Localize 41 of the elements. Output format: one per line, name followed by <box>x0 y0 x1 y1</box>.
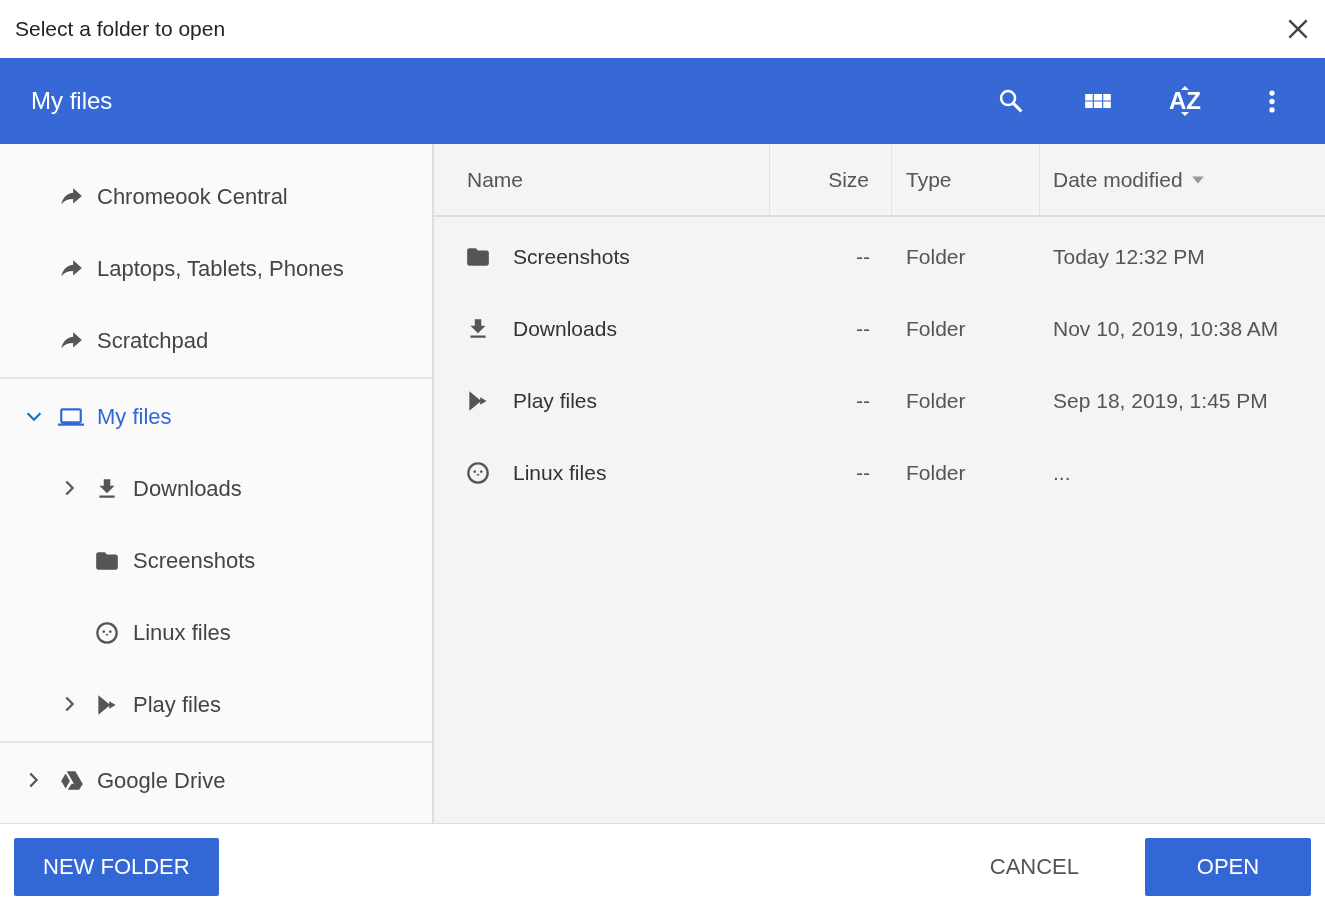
sidebar-item[interactable]: Linux files <box>0 597 432 669</box>
file-size: -- <box>856 317 870 341</box>
column-header[interactable]: Name <box>434 144 770 215</box>
file-name: Downloads <box>513 317 617 341</box>
file-type: Folder <box>906 389 966 413</box>
file-row[interactable]: Linux files -- Folder ... <box>434 437 1325 509</box>
sidebar-item[interactable]: Screenshots <box>0 525 432 597</box>
sort-button[interactable]: AZ <box>1155 77 1215 125</box>
sidebar-item[interactable]: Scratchpad <box>0 305 432 377</box>
sidebar-item[interactable]: Chromeook Central <box>0 161 432 233</box>
file-type: Folder <box>906 317 966 341</box>
file-row[interactable]: Play files -- Folder Sep 18, 2019, 1:45 PM <box>434 365 1325 437</box>
file-row[interactable]: Downloads -- Folder Nov 10, 2019, 10:38 AM <box>434 293 1325 365</box>
sidebar-item[interactable]: Laptops, Tablets, Phones <box>0 233 432 305</box>
location-title: My files <box>31 87 114 115</box>
file-date: Today 12:32 PM <box>1053 245 1205 269</box>
more-vertical-icon <box>1269 89 1275 113</box>
search-icon <box>997 87 1025 115</box>
file-date: ... <box>1053 461 1071 485</box>
sidebar-item[interactable]: My files <box>0 381 432 453</box>
file-size: -- <box>856 245 870 269</box>
file-name: Play files <box>513 389 598 413</box>
file-name: Screenshots <box>513 245 630 269</box>
new-folder-button[interactable]: NEW FOLDER <box>14 837 219 896</box>
file-size: -- <box>856 389 870 413</box>
dialog-title: Select a folder to open <box>15 17 227 41</box>
sidebar-item[interactable]: Google Drive <box>0 745 432 817</box>
file-size: -- <box>856 461 870 485</box>
open-button[interactable]: OPEN <box>1145 837 1311 896</box>
file-date: Sep 18, 2019, 1:45 PM <box>1053 389 1268 413</box>
file-type: Folder <box>906 245 966 269</box>
sidebar-item[interactable]: Downloads <box>0 453 432 525</box>
file-date: Nov 10, 2019, 10:38 AM <box>1053 317 1279 341</box>
file-type: Folder <box>906 461 966 485</box>
sidebar-item[interactable]: Play files <box>0 669 432 741</box>
column-header[interactable]: Type <box>892 144 1040 215</box>
column-header[interactable]: Size <box>770 144 892 215</box>
file-row[interactable]: Screenshots -- Folder Today 12:32 PM <box>434 221 1325 293</box>
cancel-button[interactable]: CANCEL <box>960 837 1108 896</box>
file-name: Linux files <box>513 461 607 485</box>
column-header[interactable]: Date modified <box>1040 144 1325 215</box>
